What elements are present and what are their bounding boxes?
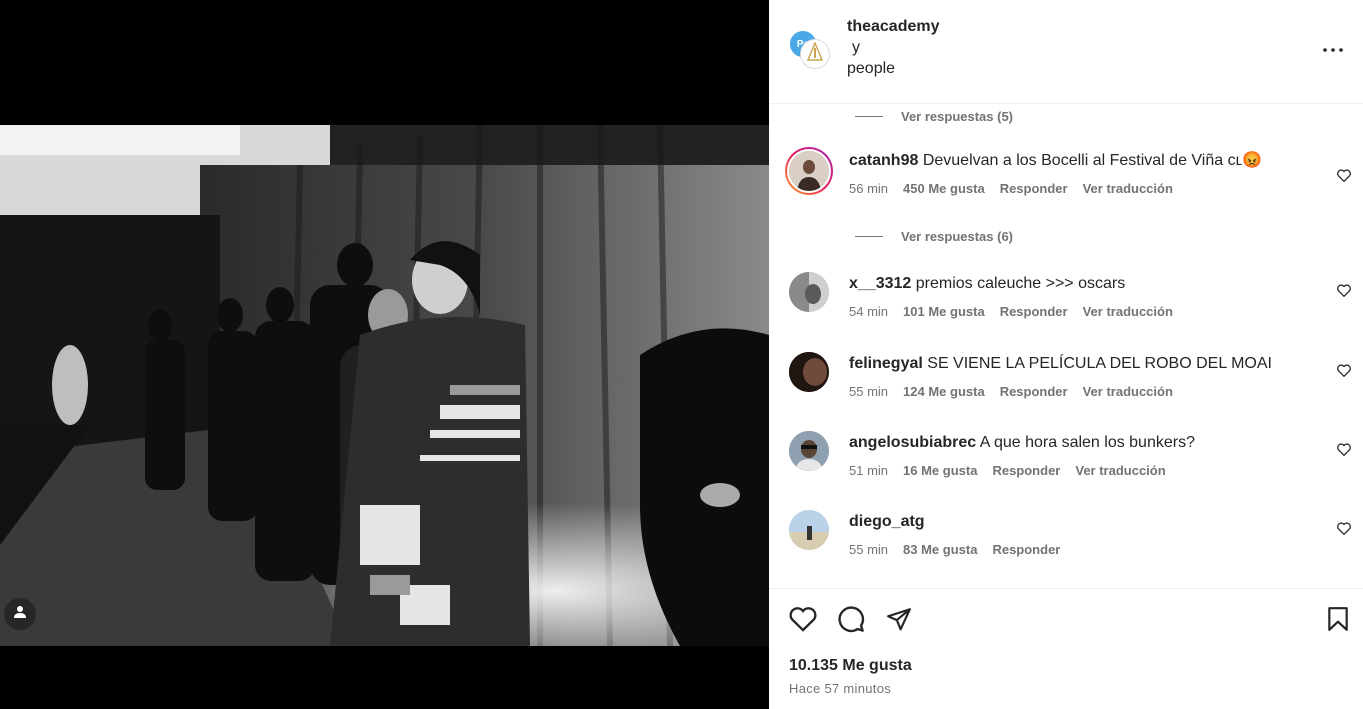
comment-time[interactable]: 55 min [849, 384, 888, 399]
comment-meta: 54 min 101 Me gusta Responder Ver traduc… [849, 304, 1309, 319]
comment-like-button[interactable] [1337, 443, 1353, 459]
owner-names: theacademy y people [847, 16, 940, 79]
comment-item: diego_atg 55 min 83 Me gusta Responder [769, 510, 1363, 570]
comment-text-line: angelosubiabrec A que hora salen los bun… [849, 433, 1309, 453]
paper-plane-icon [886, 606, 912, 637]
user-tag-icon [13, 605, 27, 624]
comment-body: diego_atg 55 min 83 Me gusta Responder [849, 512, 1309, 557]
replies-rule [855, 116, 883, 117]
comment-icon [837, 605, 865, 638]
comment-like-button[interactable] [1337, 284, 1353, 300]
comment-button[interactable] [835, 605, 867, 637]
comment-username[interactable]: diego_atg [849, 513, 925, 530]
translate-button[interactable]: Ver traducción [1075, 463, 1165, 478]
view-replies-label: Ver respuestas (5) [901, 109, 1014, 124]
heart-icon [1337, 284, 1351, 301]
comment-body: catanh98 Devuelvan a los Bocelli al Fest… [849, 151, 1309, 196]
owner-joiner: y [852, 39, 860, 56]
comment-body: angelosubiabrec A que hora salen los bun… [849, 433, 1309, 478]
comment-item: felinegyal SE VIENE LA PELÍCULA DEL ROBO… [769, 352, 1363, 412]
comment-text: SE VIENE LA PELÍCULA DEL ROBO DEL MOAI [927, 355, 1272, 372]
comment-username[interactable]: catanh98 [849, 152, 918, 169]
comment-item: x__3312 premios caleuche >>> oscars 54 m… [769, 272, 1363, 332]
comment-username[interactable]: felinegyal [849, 355, 923, 372]
avatar[interactable] [789, 431, 829, 471]
reply-button[interactable]: Responder [1000, 384, 1068, 399]
replies-rule [855, 236, 883, 237]
comment-text-line: felinegyal SE VIENE LA PELÍCULA DEL ROBO… [849, 354, 1309, 374]
comment-body: felinegyal SE VIENE LA PELÍCULA DEL ROBO… [849, 354, 1309, 399]
bookmark-icon [1327, 606, 1349, 637]
post-likes-count[interactable]: 10.135 Me gusta [789, 657, 912, 675]
owner-link-theacademy[interactable]: theacademy [847, 16, 940, 37]
comment-time[interactable]: 54 min [849, 304, 888, 319]
avatar[interactable] [785, 147, 833, 195]
translate-button[interactable]: Ver traducción [1083, 304, 1173, 319]
comment-username[interactable]: angelosubiabrec [849, 434, 976, 451]
comment-item: catanh98 Devuelvan a los Bocelli al Fest… [769, 147, 1363, 209]
more-horizontal-icon [1323, 39, 1343, 57]
view-replies-button[interactable]: Ver respuestas (5) [855, 109, 1013, 124]
theacademy-avatar[interactable] [800, 39, 830, 69]
view-replies-label: Ver respuestas (6) [901, 229, 1014, 244]
reply-button[interactable]: Responder [1000, 181, 1068, 196]
heart-icon [789, 606, 817, 637]
comment-likes[interactable]: 16 Me gusta [903, 463, 977, 478]
comment-body: x__3312 premios caleuche >>> oscars 54 m… [849, 274, 1309, 319]
comment-text-line: catanh98 Devuelvan a los Bocelli al Fest… [849, 151, 1309, 171]
comment-like-button[interactable] [1337, 169, 1353, 185]
share-button[interactable] [883, 605, 915, 637]
comment-likes[interactable]: 83 Me gusta [903, 542, 977, 557]
comment-likes[interactable]: 101 Me gusta [903, 304, 985, 319]
comment-meta: 55 min 124 Me gusta Responder Ver traduc… [849, 384, 1309, 399]
oscar-statuette-icon [806, 40, 824, 67]
comment-time[interactable]: 51 min [849, 463, 888, 478]
more-options-button[interactable] [1321, 36, 1345, 60]
comment-like-button[interactable] [1337, 522, 1353, 538]
comment-time[interactable]: 55 min [849, 542, 888, 557]
owner-link-people[interactable]: people [847, 58, 940, 79]
comment-text-line: diego_atg [849, 512, 1309, 532]
comment-likes[interactable]: 124 Me gusta [903, 384, 985, 399]
comment-text: A que hora salen los bunkers? [979, 434, 1195, 451]
angry-face-icon: 😡 [1242, 152, 1262, 169]
comment-like-button[interactable] [1337, 364, 1353, 380]
save-button[interactable] [1322, 605, 1354, 637]
post-actions: 10.135 Me gusta Hace 57 minutos [769, 588, 1363, 709]
user-tag-button[interactable] [4, 598, 36, 630]
heart-icon [1337, 364, 1351, 381]
post-header: Pe theacademy y people [769, 0, 1363, 104]
post-photo[interactable] [0, 125, 769, 646]
view-replies-button[interactable]: Ver respuestas (6) [855, 229, 1013, 244]
comment-meta: 51 min 16 Me gusta Responder Ver traducc… [849, 463, 1309, 478]
comment-username[interactable]: x__3312 [849, 275, 911, 292]
comment-text-line: x__3312 premios caleuche >>> oscars [849, 274, 1309, 294]
comment-time[interactable]: 56 min [849, 181, 888, 196]
translate-button[interactable]: Ver traducción [1083, 384, 1173, 399]
heart-icon [1337, 169, 1351, 186]
heart-icon [1337, 522, 1351, 539]
comment-likes[interactable]: 450 Me gusta [903, 181, 985, 196]
translate-button[interactable]: Ver traducción [1083, 181, 1173, 196]
reply-button[interactable]: Responder [992, 463, 1060, 478]
owner-avatars[interactable]: Pe [788, 29, 830, 71]
reply-button[interactable]: Responder [992, 542, 1060, 557]
comment-meta: 55 min 83 Me gusta Responder [849, 542, 1309, 557]
comments-list[interactable]: Ver respuestas (5) catanh98 Devuelvan a … [769, 104, 1363, 588]
heart-icon [1337, 443, 1351, 460]
post-timestamp[interactable]: Hace 57 minutos [789, 681, 891, 696]
comment-text: premios caleuche >>> oscars [915, 275, 1126, 292]
comment-meta: 56 min 450 Me gusta Responder Ver traduc… [849, 181, 1309, 196]
comment-text: Devuelvan a los Bocelli al Festival de V… [922, 152, 1243, 169]
like-button[interactable] [787, 605, 819, 637]
reply-button[interactable]: Responder [1000, 304, 1068, 319]
media-pane [0, 0, 769, 709]
post-side-panel: Pe theacademy y people Ver respuestas (5… [769, 0, 1363, 709]
avatar[interactable] [789, 352, 829, 392]
avatar[interactable] [789, 272, 829, 312]
avatar[interactable] [789, 510, 829, 550]
comment-item: angelosubiabrec A que hora salen los bun… [769, 431, 1363, 491]
